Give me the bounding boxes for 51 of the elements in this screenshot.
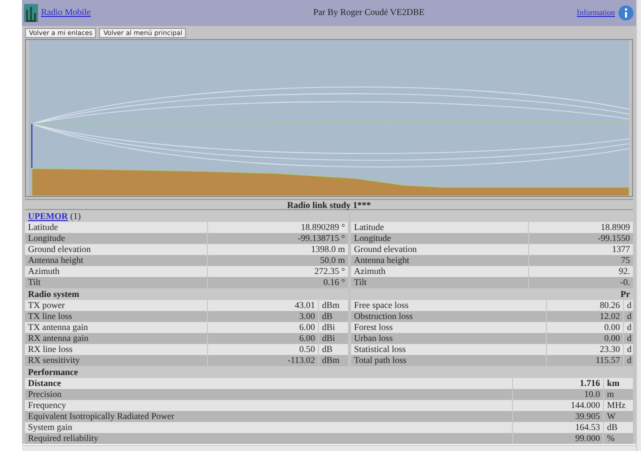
row-value: 1398.0 m xyxy=(310,244,346,256)
vertical-scrollbar[interactable] xyxy=(636,0,641,451)
row-value: 1377 xyxy=(611,244,631,256)
row-value: 80.26 xyxy=(598,300,621,312)
row-value: 12.02 xyxy=(598,311,621,322)
row-value: 10.0 xyxy=(583,389,601,400)
info-icon[interactable] xyxy=(618,5,634,22)
app-link[interactable]: Radio Mobile xyxy=(41,6,161,20)
row-value: 18.890289 ° xyxy=(300,222,346,234)
row-value: 50.0 m xyxy=(318,255,346,266)
row-value: 6.00 xyxy=(298,333,316,344)
information-link[interactable]: Information xyxy=(576,7,615,20)
row-label: Tilt xyxy=(25,277,208,288)
row-value: 99.000 xyxy=(574,433,601,444)
section-title: Radio system xyxy=(27,289,80,300)
row-value: -99.138715 ° xyxy=(296,233,346,244)
row-value: 3.00 xyxy=(298,311,316,322)
row-value: 115.57 xyxy=(594,355,621,366)
row-value: 6.00 xyxy=(298,322,316,334)
row-label: Total path loss xyxy=(351,355,547,366)
row-value: 144.000 xyxy=(570,400,601,412)
row-unit: dBm xyxy=(318,355,348,366)
row-value: 164.53 xyxy=(574,422,601,434)
row-unit: % xyxy=(603,433,633,444)
row-value: 1.716 xyxy=(578,378,601,390)
author-text: Par By Roger Coudé VE2DBE xyxy=(312,6,426,20)
section-title: Pr xyxy=(620,289,631,300)
row-value: -0. xyxy=(619,277,631,288)
row-label: Tilt xyxy=(351,277,529,288)
row-value: -113.02 xyxy=(286,355,316,366)
row-value: 272.35 ° xyxy=(313,266,346,278)
horizontal-scrollbar[interactable] xyxy=(22,445,636,451)
study-title: Radio link study 1*** xyxy=(25,199,633,210)
unit-link[interactable]: UPEMOR xyxy=(28,211,68,222)
row-value: 18.8909 xyxy=(600,222,631,234)
row-value: 0.00 xyxy=(603,333,621,344)
section-title: Performance xyxy=(27,367,79,378)
unit-index: (1) xyxy=(70,211,81,222)
row-value: 39.905 xyxy=(574,411,601,422)
row-value: 0.50 xyxy=(298,344,316,356)
row-value: 92. xyxy=(618,266,631,278)
row-label: RX sensitivity xyxy=(25,355,208,366)
row-value: 23.30 xyxy=(598,344,621,356)
row-value: -99.1550 xyxy=(596,233,631,244)
row-value: 0.16 ° xyxy=(322,277,346,288)
row-label: Required reliability xyxy=(25,433,513,444)
antenna-logo-icon xyxy=(24,4,38,22)
row-unit: d xyxy=(623,355,633,366)
row-value: 43.01 xyxy=(294,300,316,312)
row-value: 75 xyxy=(620,255,631,266)
row-value: 0.00 xyxy=(603,322,621,334)
